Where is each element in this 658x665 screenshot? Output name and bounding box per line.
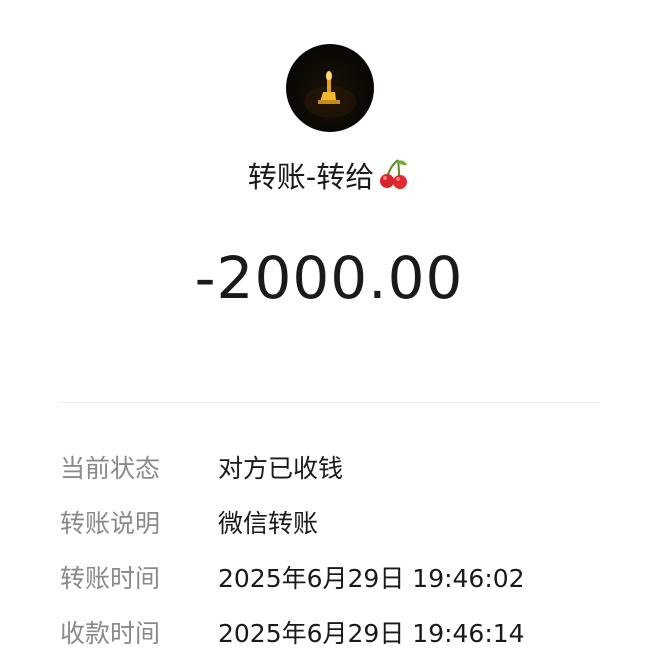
detail-label: 转账说明: [60, 509, 161, 538]
detail-row-note: 转账说明 微信转账: [60, 504, 620, 544]
cherry-emoji-icon: [376, 157, 410, 203]
detail-row-transfer-time: 转账时间 2025年6月29日 19:46:02: [60, 559, 620, 599]
transfer-title-text: 转账-转给: [247, 160, 375, 194]
transfer-title: 转账-转给: [0, 155, 658, 203]
detail-value: 2025年6月29日 19:46:14: [218, 619, 525, 648]
detail-value: 微信转账: [218, 509, 319, 538]
payee-avatar[interactable]: [286, 44, 374, 132]
detail-row-receive-time: 收款时间 2025年6月29日 19:46:14: [60, 614, 620, 654]
detail-label: 转账时间: [60, 564, 161, 593]
section-divider: [60, 402, 600, 403]
detail-value: 2025年6月29日 19:46:02: [218, 564, 525, 593]
transfer-amount: -2000.00: [194, 244, 464, 312]
detail-value: 对方已收钱: [218, 454, 344, 483]
detail-row-status: 当前状态 对方已收钱: [60, 449, 620, 489]
detail-label: 收款时间: [60, 619, 161, 648]
candle-avatar-icon: [304, 71, 356, 118]
detail-label: 当前状态: [60, 454, 161, 483]
